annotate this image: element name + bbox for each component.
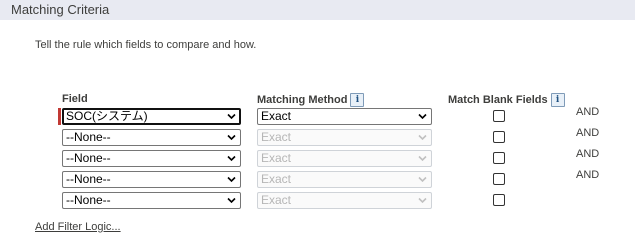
field-select[interactable]: SOC(システム) [62, 108, 241, 125]
matching-method-select: Exact [257, 171, 432, 188]
match-blank-checkbox[interactable] [493, 110, 505, 122]
criteria-row: --None-- Exact AND [0, 148, 635, 169]
match-blank-checkbox[interactable] [493, 194, 505, 206]
chevron-down-icon [418, 175, 427, 184]
field-select-value: SOC(システム) [66, 109, 148, 123]
matching-method-select[interactable]: Exact [257, 108, 432, 125]
matching-method-value: Exact [261, 151, 292, 165]
chevron-down-icon [418, 154, 427, 163]
criteria-row: --None-- Exact AND [0, 169, 635, 190]
conjunction-label: AND [576, 106, 600, 118]
conjunction-label: AND [576, 169, 600, 181]
matching-method-select: Exact [257, 150, 432, 167]
chevron-down-icon [227, 154, 236, 163]
chevron-down-icon [418, 133, 427, 142]
match-blank-checkbox[interactable] [493, 152, 505, 164]
field-select[interactable]: --None-- [62, 192, 241, 209]
field-select[interactable]: --None-- [62, 129, 241, 146]
chevron-down-icon [227, 196, 236, 205]
field-column-header: Field [62, 93, 88, 105]
criteria-row: --None-- Exact AND [0, 127, 635, 148]
match-blank-column-label: Match Blank Fields [448, 94, 548, 106]
matching-method-select: Exact [257, 129, 432, 146]
field-select-value: --None-- [66, 193, 111, 207]
add-filter-logic-link[interactable]: Add Filter Logic... [35, 221, 121, 233]
matching-method-column-label: Matching Method [257, 94, 348, 106]
field-select-value: --None-- [66, 172, 111, 186]
match-blank-checkbox[interactable] [493, 131, 505, 143]
conjunction-label: AND [576, 148, 600, 160]
field-select-value: --None-- [66, 151, 111, 165]
required-indicator [58, 108, 61, 125]
field-column-label: Field [62, 93, 88, 105]
match-blank-info-icon[interactable]: i [550, 93, 565, 107]
matching-method-value: Exact [261, 109, 292, 123]
field-select[interactable]: --None-- [62, 150, 241, 167]
matching-method-value: Exact [261, 193, 292, 207]
matching-method-column-header: Matching Method i [257, 93, 365, 107]
matching-method-info-icon[interactable]: i [350, 93, 365, 107]
field-select[interactable]: --None-- [62, 171, 241, 188]
chevron-down-icon [227, 112, 236, 121]
chevron-down-icon [227, 133, 236, 142]
criteria-row: --None-- Exact [0, 192, 635, 211]
chevron-down-icon [418, 112, 427, 121]
criteria-row: SOC(システム) Exact AND [0, 106, 635, 127]
matching-method-value: Exact [261, 130, 292, 144]
match-blank-column-header: Match Blank Fields i [448, 93, 565, 107]
section-title: Matching Criteria [11, 2, 110, 17]
conjunction-label: AND [576, 127, 600, 139]
chevron-down-icon [227, 175, 236, 184]
matching-method-value: Exact [261, 172, 292, 186]
intro-text: Tell the rule which fields to compare an… [35, 39, 257, 51]
chevron-down-icon [418, 196, 427, 205]
field-select-value: --None-- [66, 130, 111, 144]
match-blank-checkbox[interactable] [493, 173, 505, 185]
section-header: Matching Criteria [0, 0, 635, 20]
matching-method-select: Exact [257, 192, 432, 209]
